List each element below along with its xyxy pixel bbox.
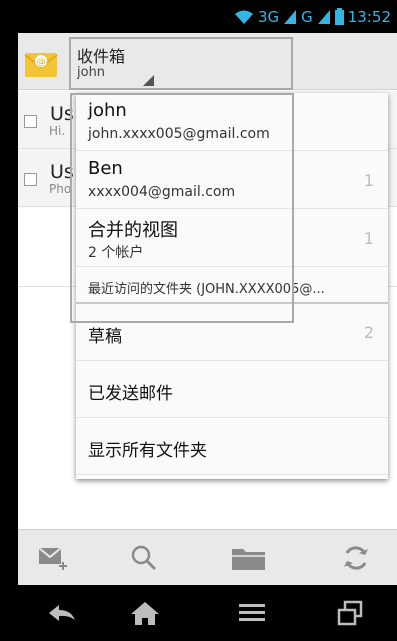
search-icon[interactable] — [122, 540, 166, 576]
navigation-bar — [0, 585, 397, 641]
conversation-sender: Us — [50, 103, 74, 125]
account-item-address: john.xxxx005@gmail.com — [88, 126, 270, 142]
folder-count: 2 — [363, 323, 374, 342]
account-item-name: 合并的视图 — [88, 220, 178, 241]
back-icon[interactable] — [37, 595, 87, 631]
wifi-icon — [234, 9, 254, 25]
recent-apps-icon[interactable] — [325, 595, 375, 631]
recent-folders-label: 最近访问的文件夹 (JOHN.XXXX005@... — [88, 282, 325, 297]
svg-text:@: @ — [37, 58, 46, 68]
conversation-snippet: Pho — [49, 182, 72, 196]
account-name: john — [77, 65, 106, 80]
folder-label: 已发送邮件 — [88, 384, 173, 404]
folder-label: 显示所有文件夹 — [88, 441, 207, 461]
unread-count: 1 — [363, 171, 374, 190]
mailbox-title: 收件箱 — [77, 47, 126, 66]
mailbox-spinner[interactable]: 收件箱 john — [69, 37, 293, 90]
folder-item-show-all[interactable]: 显示所有文件夹 — [76, 418, 388, 475]
email-app-icon[interactable]: @ — [24, 47, 58, 79]
account-item-john[interactable]: john john.xxxx005@gmail.com — [76, 93, 388, 151]
clock: 13:52 — [347, 7, 391, 26]
mailbox-dropdown: john john.xxxx005@gmail.com Ben xxxx004@… — [76, 93, 388, 479]
account-item-name: Ben — [88, 158, 123, 179]
status-bar: 3G G 13:52 — [0, 0, 397, 33]
account-item-combined-view[interactable]: 合并的视图 2 个帐户 1 — [76, 209, 388, 267]
network-g-label: G — [301, 7, 313, 26]
refresh-icon[interactable] — [334, 540, 378, 576]
account-item-name: john — [88, 100, 127, 121]
folder-item-sent[interactable]: 已发送邮件 — [76, 361, 388, 418]
menu-icon[interactable] — [227, 595, 277, 631]
battery-icon — [334, 8, 344, 25]
home-icon[interactable] — [120, 595, 170, 631]
email-app: @ 收件箱 john Us Hi. Us Pho john john.xxxx0… — [18, 33, 397, 640]
account-item-address: 2 个帐户 — [88, 245, 144, 261]
unread-count: 1 — [363, 229, 374, 248]
conversation-snippet: Hi. — [49, 124, 66, 138]
action-bar: @ 收件箱 john — [18, 33, 397, 90]
folder-icon[interactable] — [227, 540, 271, 576]
folder-label: 草稿 — [88, 327, 122, 347]
compose-icon[interactable] — [31, 540, 75, 576]
bottom-action-bar — [18, 529, 397, 585]
conversation-sender: Us — [50, 161, 74, 183]
account-item-address: xxxx004@gmail.com — [88, 184, 236, 200]
signal-icon — [283, 9, 297, 25]
folder-item-drafts[interactable]: 草稿 2 — [76, 304, 388, 361]
recent-folders-header: 最近访问的文件夹 (JOHN.XXXX005@... — [76, 269, 388, 304]
select-checkbox[interactable] — [24, 173, 37, 186]
spinner-caret-icon — [143, 75, 154, 86]
account-item-ben[interactable]: Ben xxxx004@gmail.com 1 — [76, 151, 388, 209]
select-checkbox[interactable] — [24, 115, 37, 128]
network-3g-label: 3G — [257, 7, 280, 26]
signal-icon-2 — [317, 9, 331, 25]
